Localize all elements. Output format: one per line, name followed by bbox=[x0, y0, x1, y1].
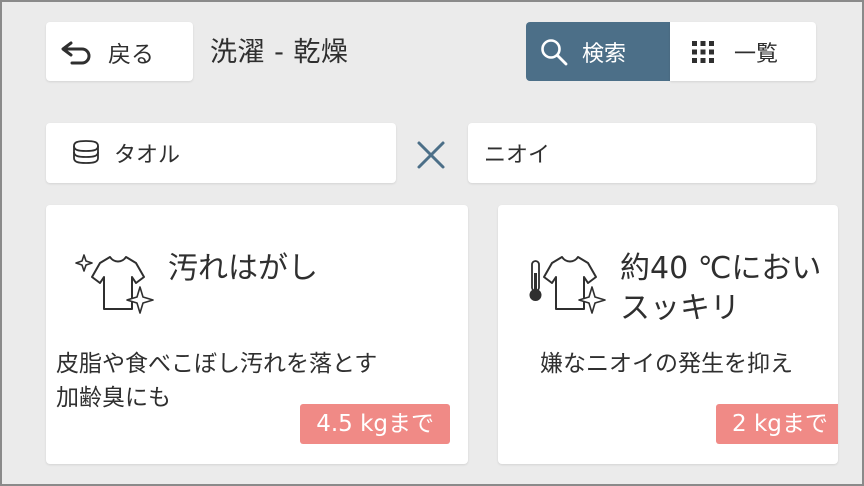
search-label: 検索 bbox=[582, 41, 627, 67]
list-view-button[interactable]: 一覧 bbox=[670, 22, 816, 81]
course-title-line: 約40 ℃におい bbox=[620, 251, 822, 286]
course-title: 汚れはがし bbox=[168, 249, 318, 289]
course-title: 約40 ℃におい スッキリ bbox=[620, 249, 821, 329]
capacity-badge: 2 kgまで bbox=[716, 404, 838, 444]
cross-icon bbox=[417, 141, 445, 169]
course-title-line: 汚れはがし bbox=[168, 251, 318, 286]
grid-icon bbox=[692, 40, 714, 63]
search-button[interactable]: 検索 bbox=[526, 22, 670, 81]
course-description: 嫌なニオイの発生を抑え bbox=[540, 347, 793, 381]
towel-stack-icon bbox=[73, 140, 99, 164]
page-title: 洗濯 - 乾燥 bbox=[210, 37, 349, 68]
back-button[interactable]: 戻る bbox=[46, 22, 193, 81]
course-card-stain-removal[interactable]: 汚れはがし 皮脂や食べこぼし汚れを落とす 加齢臭にも 4.5 kgまで bbox=[46, 205, 468, 464]
back-label: 戻る bbox=[108, 41, 154, 68]
filter-towel-label: タオル bbox=[114, 143, 181, 168]
thermometer-shirt-icon bbox=[529, 256, 606, 314]
course-desc-line: 嫌なニオイの発生を抑え bbox=[540, 351, 793, 377]
course-title-line: スッキリ bbox=[620, 291, 740, 326]
return-arrow-icon bbox=[61, 41, 91, 64]
course-card-odor-40c[interactable]: 約40 ℃におい スッキリ 嫌なニオイの発生を抑え 2 kgまで bbox=[498, 205, 838, 464]
course-desc-line: 皮脂や食べこぼし汚れを落とす bbox=[56, 351, 378, 377]
filter-odor[interactable]: ニオイ bbox=[468, 123, 816, 183]
filter-towel[interactable]: タオル bbox=[46, 123, 396, 183]
search-icon bbox=[541, 38, 568, 65]
filter-odor-label: ニオイ bbox=[484, 143, 551, 168]
sparkle-shirt-icon bbox=[75, 254, 154, 314]
list-label: 一覧 bbox=[734, 41, 779, 67]
capacity-badge: 4.5 kgまで bbox=[300, 404, 450, 444]
